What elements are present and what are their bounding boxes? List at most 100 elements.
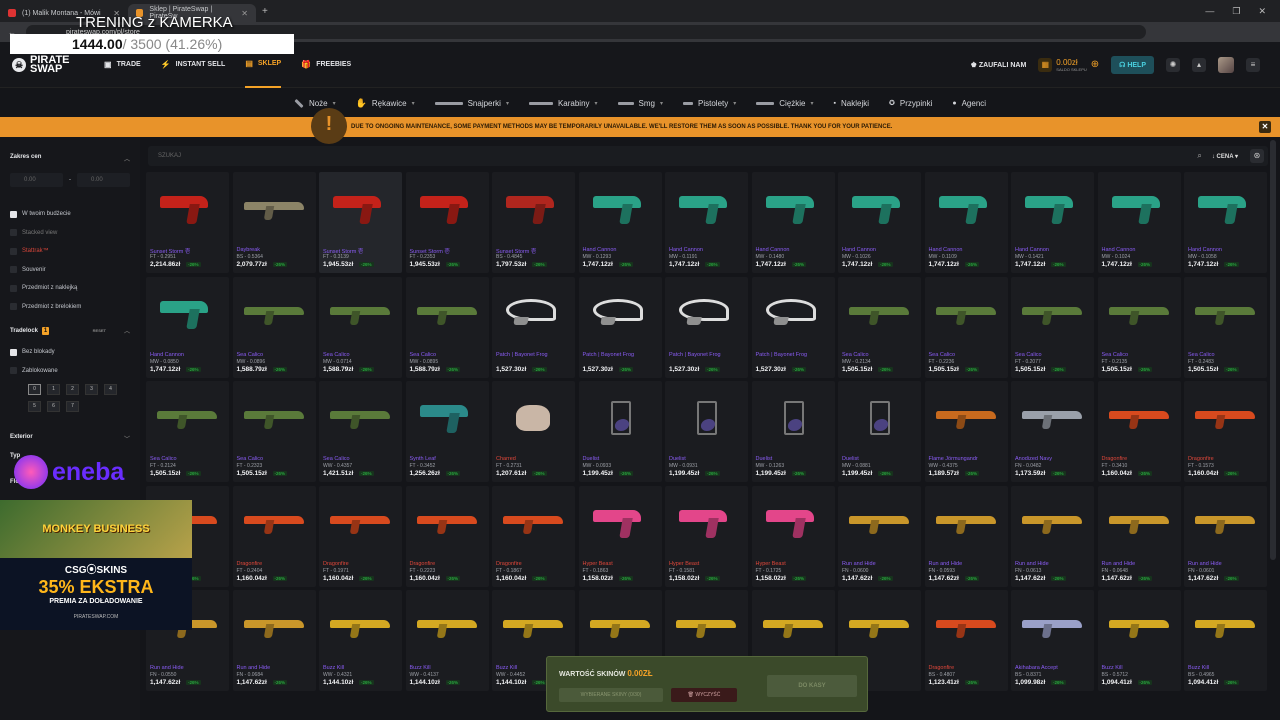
filter-stattrak[interactable]: Stattrak™ <box>10 242 130 261</box>
item-card[interactable]: Dragonfire FT - 0.2404 1,160.04zł -26% <box>232 485 316 587</box>
maximize-icon[interactable]: ❐ <box>1232 6 1240 17</box>
item-card[interactable]: Run and Hide FN - 0.0684 1,147.62zł -26% <box>232 590 316 691</box>
trust-link[interactable]: ♚ ZAUFALI NAM <box>971 61 1027 69</box>
item-card[interactable]: Akihabara Accept BS - 0.8371 1,099.98zł -26… <box>1011 590 1094 691</box>
notification-bell-icon[interactable]: ▴ <box>1192 57 1206 72</box>
item-card[interactable]: Buzz Kill WW - 0.4137 1,144.10zł -26% <box>405 590 489 691</box>
item-card[interactable]: Hand Cannon MW - 0.1293 1,747.12zł -26% <box>578 172 662 273</box>
item-card[interactable]: Daybreak BS - 0.5364 2,079.77zł -26% <box>232 172 316 273</box>
item-card[interactable]: Synth Leaf FT - 0.3452 1,256.26zł -26% <box>405 381 489 482</box>
tradelock-reset-button[interactable]: RESET <box>93 328 106 333</box>
minimize-icon[interactable]: — <box>1205 6 1214 17</box>
checkout-button[interactable]: DO KASY <box>767 675 857 697</box>
item-card[interactable]: Dragonfire FT - 0.3410 1,160.04zł -26% <box>1097 381 1181 482</box>
item-card[interactable]: Dragonfire BS - 0.4807 1,123.41zł -26% <box>924 590 1008 691</box>
item-card[interactable]: Hand Cannon MW - 0.1024 1,747.12zł -26% <box>1097 172 1181 273</box>
category-snipers[interactable]: Snajperki ▾ <box>434 99 509 108</box>
category-knives[interactable]: Noże ▾ <box>294 98 336 108</box>
close-tab-icon[interactable]: ✕ <box>241 9 248 18</box>
shop-balance[interactable]: ▦ 0.00zł SALDO SKLEPU ⊕ <box>1038 57 1099 72</box>
item-card[interactable]: Sea Calico MW - 0.0895 1,588.79zł -26% <box>405 276 489 378</box>
category-heavy[interactable]: Ciężkie ▾ <box>756 99 814 108</box>
item-card[interactable]: Dragonfire FT - 0.1867 1,160.04zł -26% <box>492 485 575 587</box>
checkbox[interactable] <box>10 247 17 255</box>
filter-in-budget[interactable]: W twoim budżecie <box>10 205 130 224</box>
close-banner-icon[interactable]: ✕ <box>1259 121 1271 133</box>
settings-icon[interactable]: ✺ <box>1166 57 1180 72</box>
item-card[interactable]: Duelist MW - 0.1263 1,199.45zł -26% <box>751 381 835 482</box>
nav-freebies[interactable]: 🎁 FREEBIES <box>301 42 351 88</box>
item-card[interactable]: Sea Calico MW - 0.0714 1,588.79zł -26% <box>319 276 402 378</box>
checkbox[interactable] <box>10 367 17 375</box>
item-card[interactable]: Hyper Beast FT - 0.1581 1,158.02zł -26% <box>665 485 748 587</box>
help-button[interactable]: ☊ HELP <box>1111 55 1154 74</box>
item-card[interactable]: Sunset Storm 壱 FT - 0.2353 1,945.53zł -26% <box>405 172 489 273</box>
selected-skins-button[interactable]: WYBIERANE SKINY (0/30) <box>559 688 663 702</box>
item-card[interactable]: Run and Hide FN - 0.0593 1,147.62zł -26% <box>924 485 1008 587</box>
avatar[interactable] <box>1218 56 1234 73</box>
category-stickers[interactable]: ▪ Naklejki <box>834 99 870 108</box>
item-card[interactable]: Duelist MW - 0.0933 1,199.45zł -26% <box>578 381 662 482</box>
item-card[interactable]: Buzz Kill BS - 0.5712 1,094.41zł -26% <box>1097 590 1181 691</box>
category-pistols[interactable]: Pistolety ▾ <box>683 99 736 108</box>
item-card[interactable]: Sea Calico FT - 0.2323 1,505.15zł -26% <box>232 381 316 482</box>
item-card[interactable]: Sea Calico FT - 0.2135 1,505.15zł -26% <box>1097 276 1181 378</box>
item-card[interactable]: Flame Jörmungandr WW - 0.4375 1,189.57zł -2… <box>924 381 1008 482</box>
item-card[interactable]: Hand Cannon MW - 0.1191 1,747.12zł -26% <box>665 172 748 273</box>
item-card[interactable]: Anodized Navy FN - 0.0482 1,173.59zł -26% <box>1011 381 1094 482</box>
item-card[interactable]: Hyper Beast FT - 0.1863 1,158.02zł -26% <box>578 485 662 587</box>
checkbox[interactable] <box>10 348 17 356</box>
item-card[interactable]: Hand Cannon MW - 0.1480 1,747.12zł -26% <box>751 172 835 273</box>
item-card[interactable]: Patch | Bayonet Frog 1,527.30zł -26% <box>665 276 748 378</box>
item-card[interactable]: Sea Calico FT - 0.2124 1,505.15zł -26% <box>146 381 229 482</box>
category-gloves[interactable]: ✋ Rękawice ▾ <box>356 98 415 109</box>
item-card[interactable]: Sunset Storm 壱 BS - 0.4845 1,797.53zł -26% <box>492 172 575 273</box>
item-card[interactable]: Dragonfire FT - 0.2223 1,160.04zł -26% <box>405 485 489 587</box>
day-option[interactable]: 5 <box>28 401 41 412</box>
item-card[interactable]: Hand Cannon MW - 0.1421 1,747.12zł -26% <box>1011 172 1094 273</box>
clear-button[interactable]: 🗑 WYCZYŚĆ <box>671 688 737 702</box>
item-card[interactable]: Run and Hide FN - 0.0601 1,147.62zł -26% <box>1184 485 1267 587</box>
item-card[interactable]: Run and Hide FN - 0.0613 1,147.62zł -26% <box>1011 485 1094 587</box>
item-card[interactable]: Sea Calico FT - 0.2077 1,505.15zł -26% <box>1011 276 1094 378</box>
day-option[interactable]: 1 <box>47 384 60 395</box>
item-card[interactable]: Run and Hide FN - 0.0648 1,147.62zł -26% <box>1097 485 1181 587</box>
price-range-header[interactable]: Zakres cen ︿ <box>10 154 130 163</box>
price-max-input[interactable]: 0.00 <box>77 173 130 187</box>
category-rifles[interactable]: Karabiny ▾ <box>528 99 598 108</box>
filter-locked[interactable]: Zablokowane <box>10 362 130 381</box>
menu-icon[interactable]: ≡ <box>1246 57 1260 72</box>
item-card[interactable]: Sea Calico WW - 0.4357 1,421.51zł -26% <box>319 381 402 482</box>
item-card[interactable]: Sea Calico FT - 0.2483 1,505.15zł -26% <box>1184 276 1267 378</box>
category-smg[interactable]: Smg ▾ <box>617 99 663 108</box>
item-card[interactable]: Patch | Bayonet Frog 1,527.30zł -26% <box>751 276 835 378</box>
sort-dropdown[interactable]: ↓ CENA ▾ <box>1212 153 1238 160</box>
close-window-icon[interactable]: ✕ <box>1258 6 1266 17</box>
checkbox[interactable] <box>10 303 17 311</box>
item-card[interactable]: Hand Cannon MW - 0.1109 1,747.12zł -26% <box>924 172 1008 273</box>
category-agents[interactable]: ● Agenci <box>952 99 986 108</box>
checkbox[interactable] <box>10 210 17 218</box>
item-card[interactable]: Duelist MW - 0.0931 1,199.45zł -26% <box>665 381 748 482</box>
item-card[interactable]: Buzz Kill BS - 0.4965 1,094.41zł -26% <box>1184 590 1267 691</box>
day-option[interactable]: 4 <box>104 384 117 395</box>
day-option[interactable]: 3 <box>85 384 98 395</box>
filter-stacked-view[interactable]: Stacked view <box>10 224 130 243</box>
checkbox[interactable] <box>10 284 17 292</box>
add-funds-icon[interactable]: ⊕ <box>1091 59 1099 70</box>
checkbox[interactable] <box>10 229 17 237</box>
item-card[interactable]: Hyper Beast FT - 0.1725 1,158.02zł -26% <box>751 485 835 587</box>
pirateswap-logo[interactable]: ☠ PIRATE SWAP <box>12 54 74 74</box>
item-card[interactable]: Sunset Storm 壱 FT - 0.3139 1,945.53zł -26% <box>319 172 402 273</box>
search-input[interactable]: SZUKAJ <box>158 153 181 159</box>
checkbox[interactable] <box>10 266 17 274</box>
item-card[interactable]: Patch | Bayonet Frog 1,527.30zł -26% <box>492 276 575 378</box>
filter-with-sticker[interactable]: Przedmiot z naklejką <box>10 279 130 298</box>
item-card[interactable]: Patch | Bayonet Frog 1,527.30zł -26% <box>578 276 662 378</box>
filter-souvenir[interactable]: Souvenir <box>10 261 130 280</box>
exterior-accordion[interactable]: Exterior ﹀ <box>10 434 130 443</box>
price-min-input[interactable]: 0.00 <box>10 173 63 187</box>
item-card[interactable]: Sea Calico FT - 0.2236 1,505.15zł -26% <box>924 276 1008 378</box>
new-tab-icon[interactable]: + <box>262 6 268 17</box>
item-card[interactable]: Duelist MW - 0.0881 1,199.45zł -26% <box>838 381 921 482</box>
